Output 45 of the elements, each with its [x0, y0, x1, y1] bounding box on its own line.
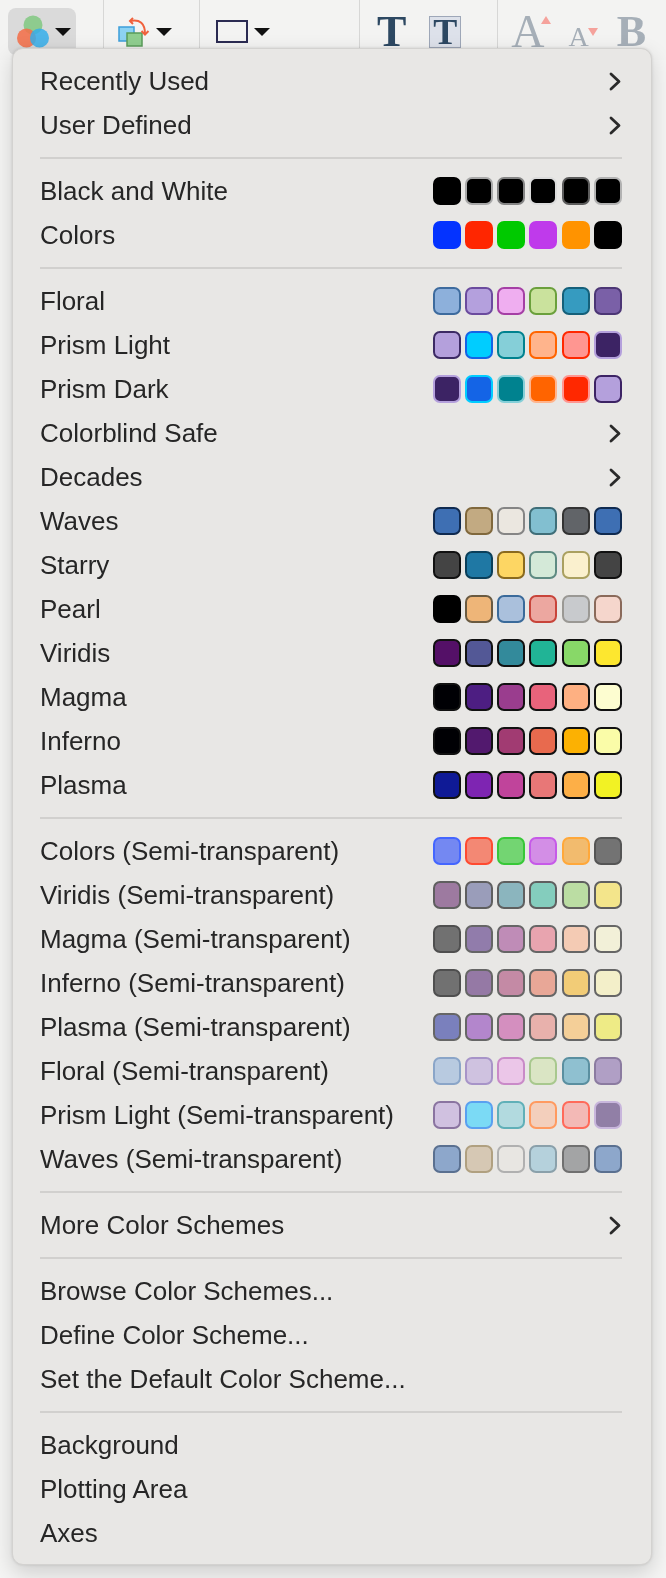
menu-item[interactable]: User Defined — [40, 103, 622, 147]
chevron-right-icon — [609, 467, 621, 487]
caret-icon — [254, 27, 270, 36]
menu-item[interactable]: Floral (Semi-transparent) — [40, 1049, 622, 1093]
menu-item[interactable]: Black and White — [40, 169, 622, 213]
text-button[interactable]: T — [371, 8, 413, 55]
chevron-right-icon — [609, 115, 621, 135]
menu-item[interactable]: Viridis — [40, 631, 622, 675]
menu-item[interactable]: More Color Schemes — [40, 1203, 622, 1247]
chevron-right-icon — [609, 1215, 621, 1235]
menu-item[interactable]: Define Color Scheme... — [40, 1313, 622, 1357]
circles-icon — [17, 15, 49, 48]
menu-item[interactable]: Starry — [40, 543, 622, 587]
menu-item[interactable]: Decades — [40, 455, 622, 499]
menu-item[interactable]: Magma (Semi-transparent) — [40, 917, 622, 961]
menu-item[interactable]: Waves (Semi-transparent) — [40, 1137, 622, 1181]
menu-item[interactable]: Set the Default Color Scheme... — [40, 1357, 622, 1401]
chevron-right-icon — [609, 71, 621, 91]
menu-item[interactable]: Viridis (Semi-transparent) — [40, 873, 622, 917]
chevron-right-icon — [609, 423, 621, 443]
menu-item[interactable]: Plasma (Semi-transparent) — [40, 1005, 622, 1049]
menu-item[interactable]: Colors (Semi-transparent) — [40, 829, 622, 873]
rectangle-icon — [216, 20, 248, 43]
text-box-button[interactable]: T — [429, 16, 462, 48]
menu-item[interactable]: Prism Light (Semi-transparent) — [40, 1093, 622, 1137]
menu-item[interactable]: Recently Used — [40, 59, 622, 103]
caret-icon — [156, 27, 172, 36]
menu-item[interactable]: Waves — [40, 499, 622, 543]
menu-item[interactable]: Plotting Area — [40, 1467, 622, 1511]
menu-item[interactable]: Axes — [40, 1511, 622, 1555]
triangle-down-icon — [587, 28, 598, 36]
menu-item[interactable]: Prism Dark — [40, 367, 622, 411]
menu-item[interactable]: Background — [40, 1423, 622, 1467]
menu-item[interactable]: Plasma — [40, 763, 622, 807]
menu-item[interactable]: Pearl — [40, 587, 622, 631]
caret-icon — [55, 27, 71, 36]
squares-arrow-icon — [118, 16, 150, 47]
menu-item[interactable]: Inferno (Semi-transparent) — [40, 961, 622, 1005]
menu-item[interactable]: Colors — [40, 213, 622, 257]
menu-item[interactable]: Browse Color Schemes... — [40, 1269, 622, 1313]
menu-item[interactable]: Floral — [40, 279, 622, 323]
menu-item[interactable]: Colorblind Safe — [40, 411, 622, 455]
menu-item[interactable]: Inferno — [40, 719, 622, 763]
menu-item[interactable]: Magma — [40, 675, 622, 719]
menu-item[interactable]: Prism Light — [40, 323, 622, 367]
